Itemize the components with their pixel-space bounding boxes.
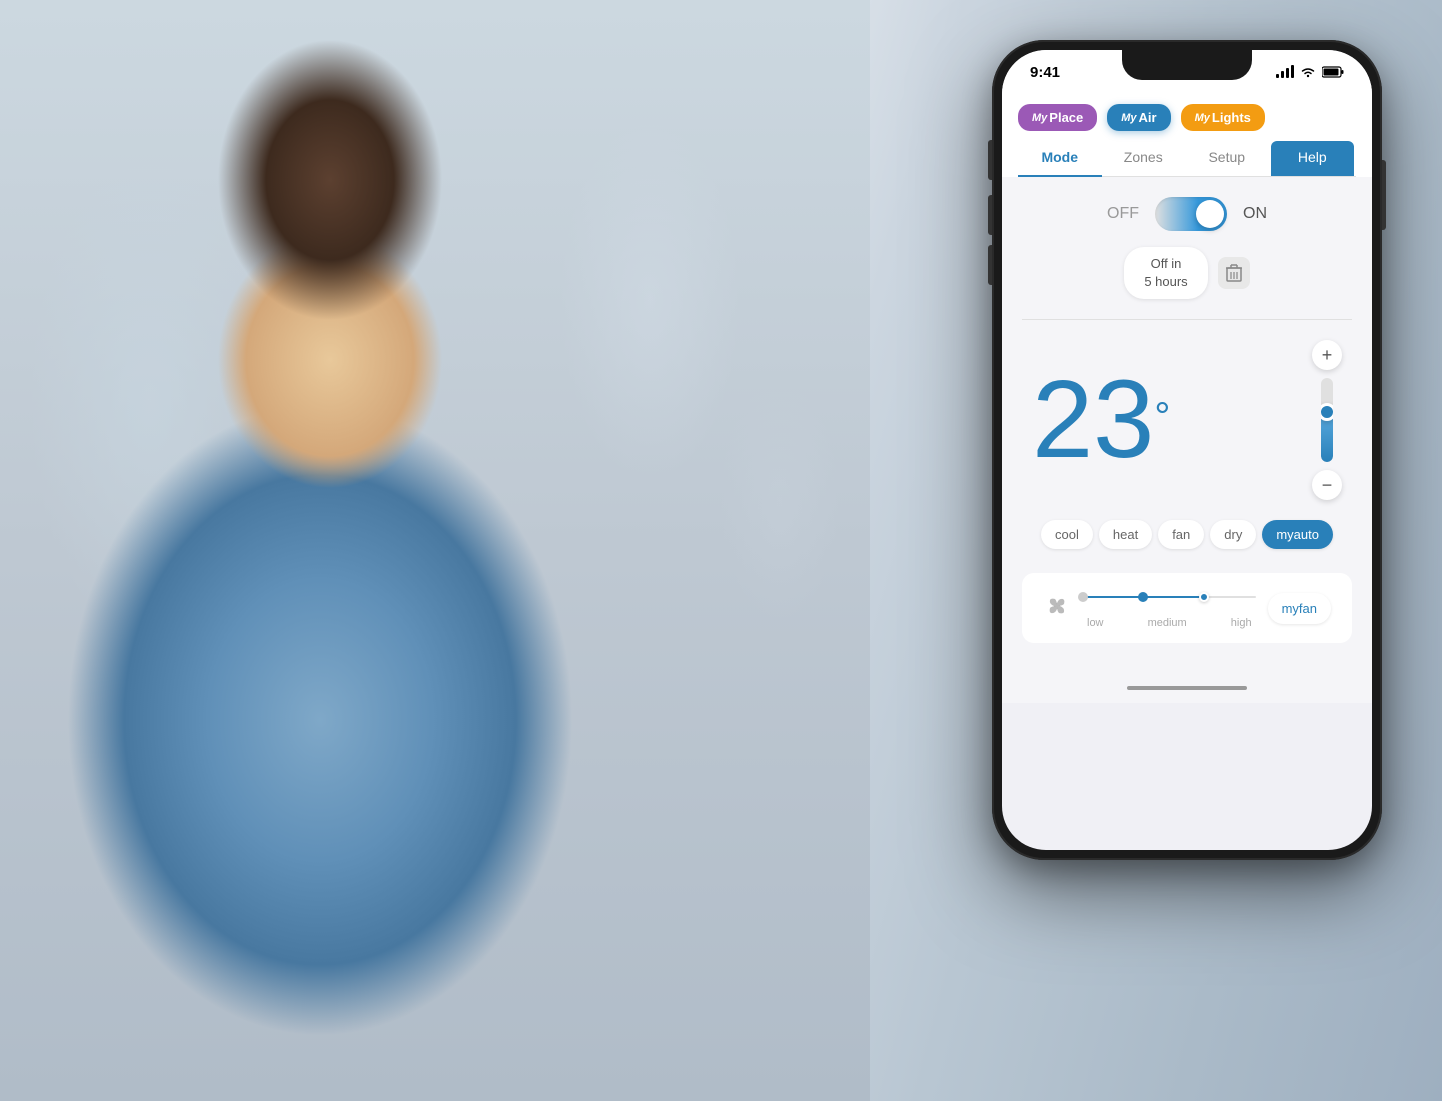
tab-zones[interactable]: Zones (1102, 139, 1186, 176)
myfan-button[interactable]: myfan (1268, 593, 1331, 624)
myair-name: Air (1139, 110, 1157, 125)
fan-dot-medium (1138, 592, 1148, 602)
temp-increase-button[interactable]: + (1312, 340, 1342, 370)
divider-1 (1022, 319, 1352, 320)
plus-icon: + (1322, 345, 1333, 366)
phone-frame: 9:41 (992, 40, 1382, 860)
fan-row: low medium high myfan (1038, 587, 1336, 629)
mode-cool-button[interactable]: cool (1041, 520, 1093, 549)
power-toggle[interactable] (1155, 197, 1227, 231)
myair-tab[interactable]: My Air (1107, 104, 1170, 131)
tab-help[interactable]: Help (1271, 141, 1355, 176)
app-content: OFF ON Off in 5 hours (1002, 177, 1372, 673)
home-indicator (1002, 673, 1372, 703)
app-header: My Place My Air My Lights Mode Zon (1002, 94, 1372, 177)
power-on-label: ON (1243, 205, 1267, 223)
mylights-my: My (1195, 112, 1210, 124)
temperature-display: 23° (1032, 365, 1170, 475)
power-row: OFF ON (1022, 197, 1352, 231)
temp-decrease-button[interactable]: − (1312, 470, 1342, 500)
temperature-value: 23 (1032, 358, 1154, 481)
toggle-knob (1196, 200, 1224, 228)
phone-notch (1122, 50, 1252, 80)
myplace-name: Place (1049, 110, 1083, 125)
fan-slider-area[interactable] (1083, 587, 1256, 607)
mode-dry-button[interactable]: dry (1210, 520, 1256, 549)
mylights-name: Lights (1212, 110, 1251, 125)
myplace-tab[interactable]: My Place (1018, 104, 1097, 131)
app-tabs-top: My Place My Air My Lights (1018, 104, 1356, 131)
tab-mode[interactable]: Mode (1018, 139, 1102, 177)
timer-pill[interactable]: Off in 5 hours (1124, 247, 1207, 299)
mode-buttons: cool heat fan dry myauto (1022, 520, 1352, 549)
fan-label-medium: medium (1148, 617, 1187, 629)
fan-icon (1043, 592, 1071, 625)
delete-timer-button[interactable] (1218, 257, 1250, 289)
phone-mockup: 9:41 (992, 40, 1382, 860)
nav-tabs: Mode Zones Setup Help (1018, 139, 1356, 177)
mylights-tab[interactable]: My Lights (1181, 104, 1265, 131)
timer-line1: Off in (1151, 256, 1182, 271)
mode-myauto-button[interactable]: myauto (1262, 520, 1333, 549)
timer-line2: 5 hours (1144, 274, 1187, 289)
home-bar (1127, 686, 1247, 690)
fan-controls: low medium high (1083, 587, 1256, 629)
signal-icon (1276, 66, 1294, 78)
fan-dot-low (1078, 592, 1088, 602)
power-off-label: OFF (1107, 205, 1139, 223)
minus-icon: − (1322, 475, 1333, 496)
temperature-unit: ° (1154, 395, 1170, 439)
timer-row: Off in 5 hours (1022, 247, 1352, 299)
fan-svg-icon (1043, 592, 1071, 620)
myplace-my: My (1032, 112, 1047, 124)
person-photo (0, 0, 870, 1101)
status-time: 9:41 (1030, 64, 1060, 81)
fan-track (1083, 596, 1256, 598)
temp-slider-thumb (1321, 403, 1333, 421)
fan-section: low medium high myfan (1022, 573, 1352, 643)
fan-dot-high (1199, 592, 1209, 602)
temp-slider-track[interactable] (1321, 378, 1333, 462)
temperature-area: 23° + − (1022, 340, 1352, 500)
myair-my: My (1121, 112, 1136, 124)
tab-setup[interactable]: Setup (1185, 139, 1269, 176)
fan-label-high: high (1231, 617, 1252, 629)
status-icons (1276, 66, 1344, 78)
battery-icon (1322, 66, 1344, 78)
temperature-slider: + − (1312, 340, 1342, 500)
phone-screen: 9:41 (1002, 50, 1372, 850)
fan-labels: low medium high (1083, 617, 1256, 629)
person-image (0, 0, 870, 1101)
wifi-icon (1300, 66, 1316, 78)
fan-label-low: low (1087, 617, 1104, 629)
mode-fan-button[interactable]: fan (1158, 520, 1204, 549)
mode-heat-button[interactable]: heat (1099, 520, 1152, 549)
trash-icon (1226, 264, 1242, 282)
